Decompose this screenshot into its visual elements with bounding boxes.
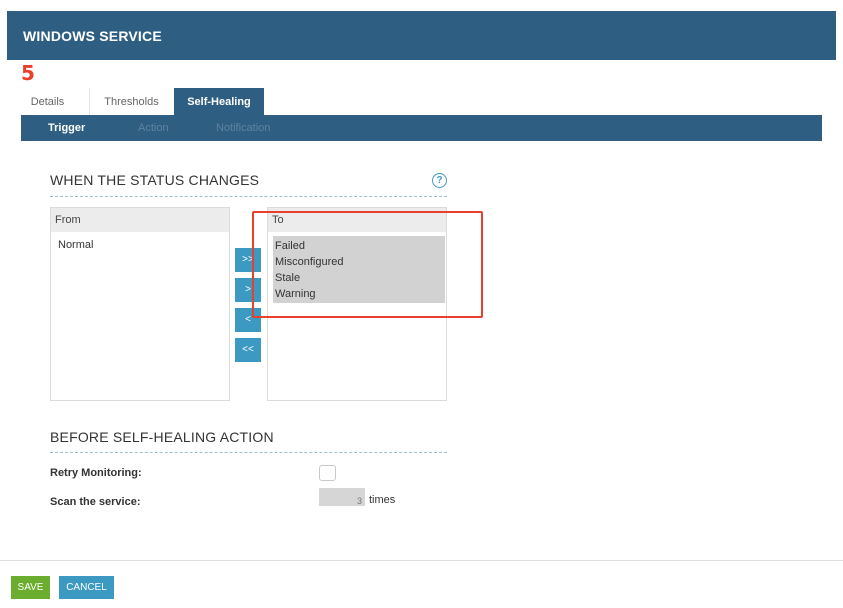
retry-monitoring-checkbox[interactable] xyxy=(319,465,336,481)
tab-thresholds[interactable]: Thresholds xyxy=(89,88,173,115)
cancel-button[interactable]: CANCEL xyxy=(59,576,114,599)
highlight-box xyxy=(252,211,483,318)
subnav-trigger[interactable]: Trigger xyxy=(48,115,85,142)
subnav-action[interactable]: Action xyxy=(138,115,169,142)
step-badge: 5 xyxy=(21,61,35,85)
retry-monitoring-label: Retry Monitoring: xyxy=(50,467,142,479)
from-list-header: From xyxy=(51,208,229,232)
self-healing-subnav: Trigger Action Notification xyxy=(21,115,822,141)
scan-count-input[interactable]: 3 xyxy=(319,488,365,506)
page-header: WINDOWS SERVICE xyxy=(7,11,836,60)
section-divider xyxy=(50,452,447,453)
section-divider xyxy=(50,196,447,197)
from-item-normal[interactable]: Normal xyxy=(51,237,229,253)
tab-self-healing[interactable]: Self-Healing xyxy=(174,88,264,115)
save-button[interactable]: SAVE xyxy=(11,576,50,599)
scan-service-label: Scan the service: xyxy=(50,496,141,508)
footer-divider xyxy=(0,560,843,561)
move-all-left-button[interactable]: << xyxy=(235,338,261,362)
from-status-list[interactable]: From Normal xyxy=(50,207,230,401)
times-label: times xyxy=(369,494,396,506)
status-section-title: WHEN THE STATUS CHANGES xyxy=(50,172,260,188)
help-icon[interactable]: ? xyxy=(432,173,447,188)
page-title: WINDOWS SERVICE xyxy=(23,28,162,44)
before-section-title: BEFORE SELF-HEALING ACTION xyxy=(50,429,274,445)
subnav-notification[interactable]: Notification xyxy=(216,115,270,142)
tab-details[interactable]: Details xyxy=(14,88,81,115)
